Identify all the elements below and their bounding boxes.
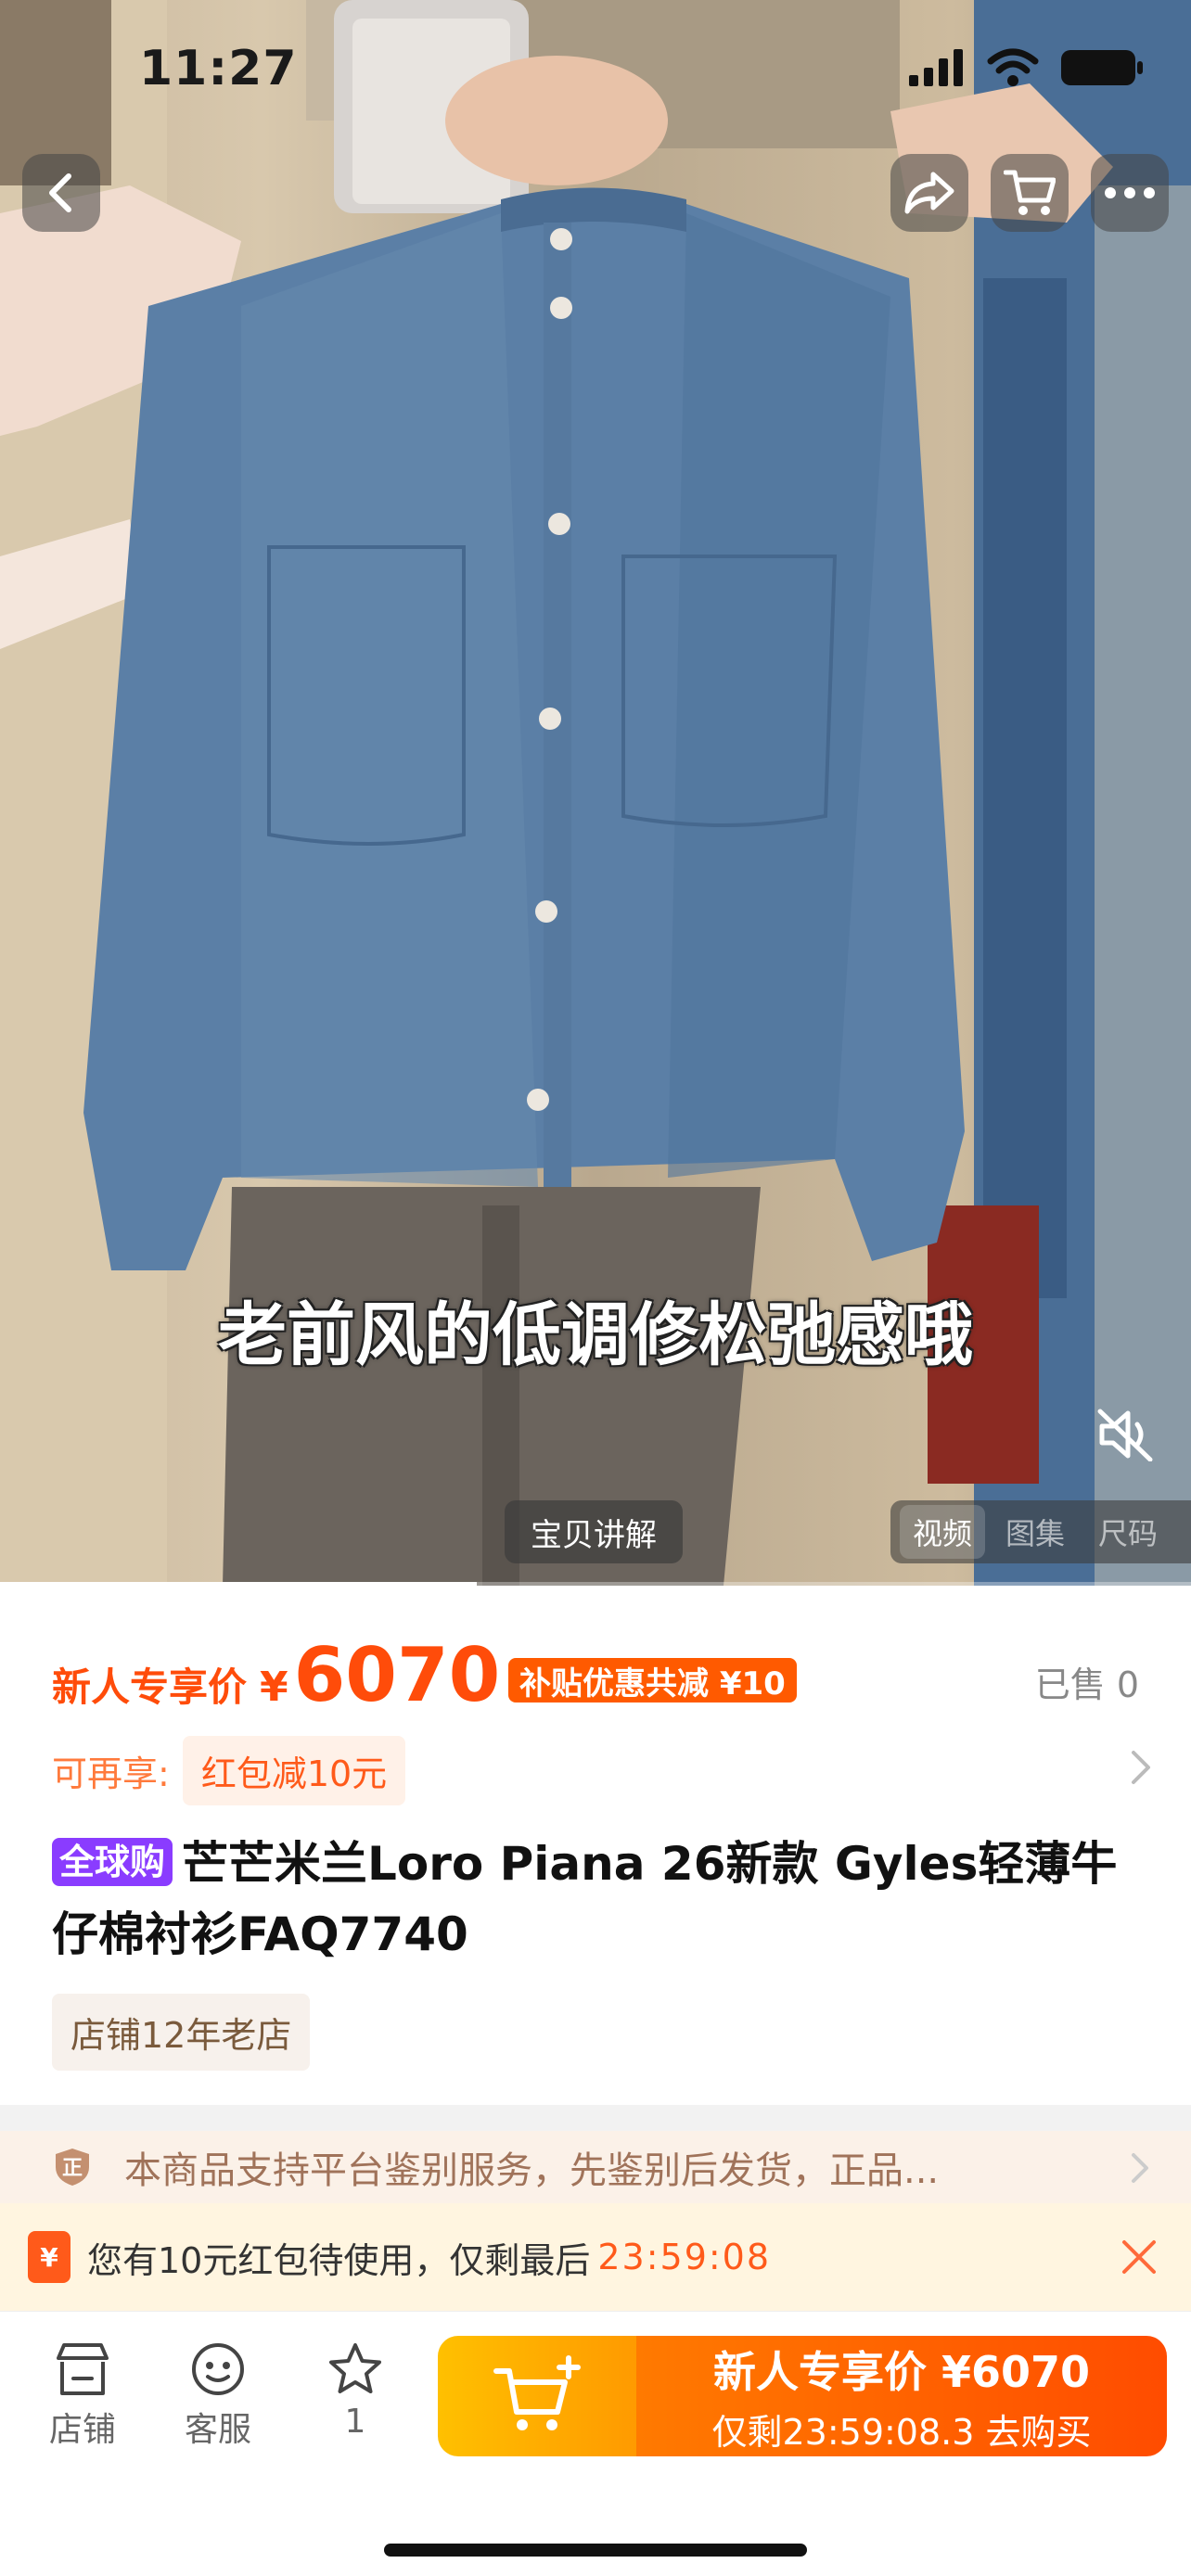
- extra-discount-row[interactable]: 可再享: 红包减10元: [52, 1736, 406, 1805]
- signal-icon: [909, 49, 963, 86]
- close-button[interactable]: [1115, 2233, 1163, 2281]
- coupon-tag[interactable]: 红包减10元: [182, 1736, 406, 1805]
- more-button[interactable]: [1091, 154, 1169, 232]
- chevron-right-icon[interactable]: [1128, 1749, 1154, 1786]
- subsidy-tag[interactable]: 补贴优惠共减 ¥10: [508, 1658, 797, 1702]
- red-packet-icon: ¥: [28, 2231, 70, 2283]
- red-packet-bar[interactable]: ¥ 您有10元红包待使用，仅剩最后 23:59:08: [0, 2203, 1191, 2311]
- tab-size[interactable]: 尺码: [1085, 1505, 1171, 1559]
- chevron-left-icon: [49, 173, 71, 212]
- section-divider: [0, 2105, 1191, 2131]
- sold-count: 已售 0: [1034, 1664, 1139, 1705]
- video-subtitle: 老前风的低调修松弛感哦: [218, 1295, 973, 1375]
- shield-icon: 正: [56, 2149, 89, 2186]
- back-button[interactable]: [22, 154, 100, 232]
- shop-age-tag: 店铺12年老店: [52, 1994, 311, 2071]
- buy-button[interactable]: 新人专享价 ¥6070 仅剩23:59:08.3 去购买: [438, 2336, 1167, 2456]
- tab-gallery[interactable]: 图集: [992, 1505, 1078, 1559]
- product-title: 全球购 芒芒米兰Loro Piana 26新款 Gyles轻薄牛仔棉衬衫FAQ77…: [52, 1829, 1119, 1970]
- shop-label: 店铺: [48, 2411, 116, 2449]
- cart-icon: [1004, 170, 1056, 215]
- global-purchase-badge: 全球购: [52, 1838, 173, 1886]
- customer-service-label: 客服: [184, 2411, 251, 2449]
- product-media[interactable]: 11:27 老前风的低调修松弛感哦 宝贝讲解 视频 图集 尺码: [0, 0, 1191, 1586]
- product-info: 新人专享价 ¥ 6070 补贴优惠共减 ¥10 已售 0 可再享: 红包减10元…: [0, 1586, 1191, 2105]
- red-packet-text: 您有10元红包待使用，仅剩最后: [87, 2239, 591, 2281]
- store-icon: [57, 2343, 109, 2395]
- mute-button[interactable]: [1089, 1402, 1163, 1467]
- star-icon: [329, 2343, 381, 2393]
- currency-symbol: ¥: [260, 1664, 288, 1711]
- price-label: 新人专享价: [52, 1664, 248, 1710]
- favorite-button[interactable]: 1: [304, 2341, 406, 2441]
- customer-service-button[interactable]: 客服: [167, 2341, 269, 2451]
- battery-icon: [1061, 50, 1143, 85]
- status-icons: [909, 48, 1145, 87]
- price-value: 6070: [293, 1632, 501, 1718]
- wifi-icon: [987, 48, 1039, 86]
- authentication-text: 本商品支持平台鉴别服务，先鉴别后发货，正品...: [124, 2149, 940, 2192]
- shield-glyph: 正: [62, 2157, 83, 2180]
- buy-price-label: 新人专享价 ¥6070: [712, 2346, 1091, 2397]
- shop-button[interactable]: 店铺: [32, 2341, 134, 2451]
- share-icon: [904, 172, 954, 214]
- home-indicator: [384, 2544, 807, 2557]
- red-packet-countdown: 23:59:08: [597, 2237, 772, 2277]
- chevron-right-icon: [1132, 2153, 1148, 2183]
- tab-video[interactable]: 视频: [900, 1505, 986, 1559]
- cart-button[interactable]: [991, 154, 1069, 232]
- add-to-cart-button[interactable]: [438, 2336, 636, 2456]
- media-tabs: 视频 图集 尺码: [890, 1500, 1191, 1563]
- speaker-muted-icon: [1097, 1409, 1153, 1461]
- buy-now-button[interactable]: 新人专享价 ¥6070 仅剩23:59:08.3 去购买: [636, 2336, 1167, 2456]
- extra-discount-label: 可再享:: [52, 1753, 170, 1794]
- smile-face-icon: [192, 2343, 244, 2395]
- authentication-notice[interactable]: 正 本商品支持平台鉴别服务，先鉴别后发货，正品...: [0, 2131, 1191, 2203]
- product-title-text: 芒芒米兰Loro Piana 26新款 Gyles轻薄牛仔棉衬衫FAQ7740: [52, 1837, 1118, 1961]
- status-time: 11:27: [139, 41, 298, 96]
- share-button[interactable]: [890, 154, 968, 232]
- add-cart-icon: [493, 2355, 581, 2430]
- product-explain-button[interactable]: 宝贝讲解: [505, 1500, 683, 1563]
- more-icon: [1105, 187, 1155, 198]
- favorite-count: 1: [344, 2403, 366, 2441]
- close-icon: [1122, 2240, 1156, 2274]
- price-row: 新人专享价 ¥ 6070: [52, 1632, 501, 1718]
- bottom-action-bar: 店铺 客服 1 新人专享价 ¥6070 仅剩23:59:08.3 去购买: [0, 2311, 1191, 2576]
- buy-countdown-label: 仅剩23:59:08.3 去购买: [711, 2411, 1092, 2453]
